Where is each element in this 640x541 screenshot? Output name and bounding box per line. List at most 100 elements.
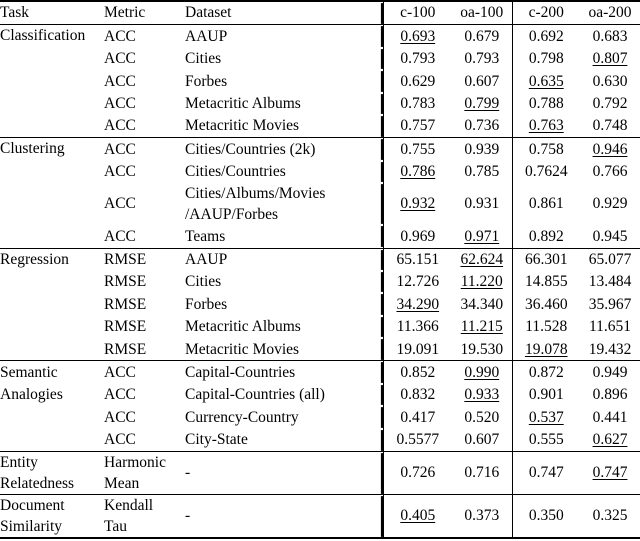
value-c-100: 0.832 <box>382 383 452 407</box>
value-oa-200: 0.441 <box>592 408 628 426</box>
value-oa-200: 0.929 <box>592 195 628 213</box>
dataset: Cities/Countries (2k) <box>185 140 316 158</box>
metric: RMSE <box>104 273 147 291</box>
value-c-200: 0.635 <box>511 70 580 93</box>
value-oa-200: 0.946 <box>592 140 628 158</box>
metric: ACC <box>104 50 136 68</box>
value-oa-100: 0.736 <box>464 117 500 135</box>
value-c-100: 0.757 <box>382 114 452 138</box>
value-oa-100: 0.679 <box>464 27 500 45</box>
dataset: Forbes <box>185 72 228 90</box>
table-row: Document Kendall - 0.405 0.373 0.350 0.3… <box>0 495 640 539</box>
value-c-100: 0.5577 <box>382 428 452 452</box>
metric-line-1: Kendall <box>104 496 154 514</box>
metric: ACC <box>104 195 136 213</box>
value-c-100: 0.417 <box>382 406 452 429</box>
value-c-200: 36.460 <box>511 293 580 316</box>
value-c-200: 0.350 <box>511 495 580 539</box>
table-header-row: Task Metric Dataset c-100 oa-100 c-200 o… <box>0 2 640 25</box>
dataset: Metacritic Movies <box>185 117 300 135</box>
value-oa-200: 0.630 <box>592 72 628 90</box>
dataset: AAUP <box>185 27 228 45</box>
value-c-200: 0.763 <box>511 114 580 138</box>
table-row: ACC Currency-Country 0.417 0.520 0.537 0… <box>0 406 640 429</box>
table-row: Regression RMSE AAUP 65.151 62.624 66.30… <box>0 248 640 271</box>
value-oa-200: 19.432 <box>588 340 632 358</box>
dataset: - <box>185 464 191 482</box>
dataset: Cities/Countries <box>185 163 286 181</box>
value-c-100: 34.290 <box>382 293 452 316</box>
value-c-100: 0.405 <box>382 495 452 539</box>
value-oa-100: 0.933 <box>464 386 500 404</box>
dataset: Teams <box>185 227 226 245</box>
value-c-100: 0.793 <box>382 47 452 71</box>
dataset: Currency-Country <box>185 408 299 426</box>
value-c-200: 0.788 <box>511 92 580 115</box>
value-c-100: 0.783 <box>382 92 452 115</box>
dataset-line-2: /AAUP/Forbes <box>185 205 279 223</box>
value-oa-100: 0.373 <box>464 507 500 525</box>
value-oa-200: 13.484 <box>588 273 632 291</box>
header-dataset: Dataset <box>185 4 232 22</box>
value-c-200: 66.301 <box>511 248 580 271</box>
section-task-entity-line-2: Relatedness <box>0 474 75 492</box>
value-c-100: 12.726 <box>382 270 452 294</box>
value-oa-200: 35.967 <box>588 295 632 313</box>
value-oa-100: 0.799 <box>464 95 500 112</box>
value-oa-200: 0.896 <box>592 386 628 404</box>
value-oa-100: 34.340 <box>460 295 504 313</box>
header-oa-100: oa-100 <box>460 4 504 22</box>
value-c-200: 0.892 <box>511 225 580 249</box>
value-c-100: 0.932 <box>382 183 452 226</box>
value-oa-100: 0.971 <box>464 227 500 245</box>
metric: RMSE <box>104 340 147 358</box>
value-c-200: 0.555 <box>511 428 580 452</box>
dataset: Cities <box>185 50 222 68</box>
value-c-100: 0.755 <box>382 138 452 161</box>
value-c-200: 0.872 <box>511 361 580 384</box>
value-oa-100: 11.220 <box>460 273 503 291</box>
dataset: - <box>185 507 191 525</box>
section-task-regression: Regression <box>0 250 69 268</box>
table-row: Classification ACC AAUP 0.693 0.679 0.69… <box>0 25 640 48</box>
metric: ACC <box>104 95 136 112</box>
value-c-200: 0.747 <box>511 452 580 495</box>
metric-line-2: Mean <box>104 474 140 492</box>
dataset: Metacritic Albums <box>185 95 301 112</box>
section-task-document-line-2: Similarity <box>0 517 62 535</box>
dataset: Metacritic Movies <box>185 340 300 358</box>
value-oa-100: 0.990 <box>464 363 500 381</box>
dataset: Capital-Countries (all) <box>185 386 325 404</box>
value-oa-100: 62.624 <box>460 250 504 268</box>
section-task-document-line-1: Document <box>0 496 65 514</box>
value-c-200: 0.901 <box>511 383 580 407</box>
value-oa-100: 0.931 <box>464 195 500 213</box>
metric: ACC <box>104 363 136 381</box>
value-oa-100: 11.215 <box>460 318 503 336</box>
table-bottom-rule <box>0 537 640 541</box>
metric: RMSE <box>104 318 147 336</box>
value-oa-200: 0.627 <box>592 431 628 449</box>
value-c-100: 0.786 <box>382 160 452 184</box>
value-oa-200: 0.747 <box>592 464 628 482</box>
metric: ACC <box>104 72 136 90</box>
spacer-task <box>0 406 104 428</box>
value-oa-200: 65.077 <box>588 250 632 268</box>
table-row: ACC City-State 0.5577 0.607 0.555 0.627 <box>0 428 640 452</box>
value-c-200: 14.855 <box>511 270 580 294</box>
metric-line-1: Harmonic <box>104 453 166 471</box>
value-oa-200: 0.766 <box>592 163 628 181</box>
metric: ACC <box>104 431 136 449</box>
metric: ACC <box>104 117 136 135</box>
dataset: Cities <box>185 273 222 291</box>
section-task-semantic-line-2: Analogies <box>0 386 63 404</box>
dataset: AAUP <box>185 250 228 268</box>
dataset: Metacritic Albums <box>185 318 301 336</box>
value-c-100: 0.629 <box>382 70 452 93</box>
value-c-200: 0.861 <box>511 183 580 226</box>
table-row: Analogies ACC Capital-Countries (all) 0.… <box>0 383 640 407</box>
value-oa-100: 0.793 <box>464 50 500 68</box>
metric: ACC <box>104 408 136 426</box>
value-oa-200: 0.325 <box>592 507 628 525</box>
metric: RMSE <box>104 295 147 313</box>
